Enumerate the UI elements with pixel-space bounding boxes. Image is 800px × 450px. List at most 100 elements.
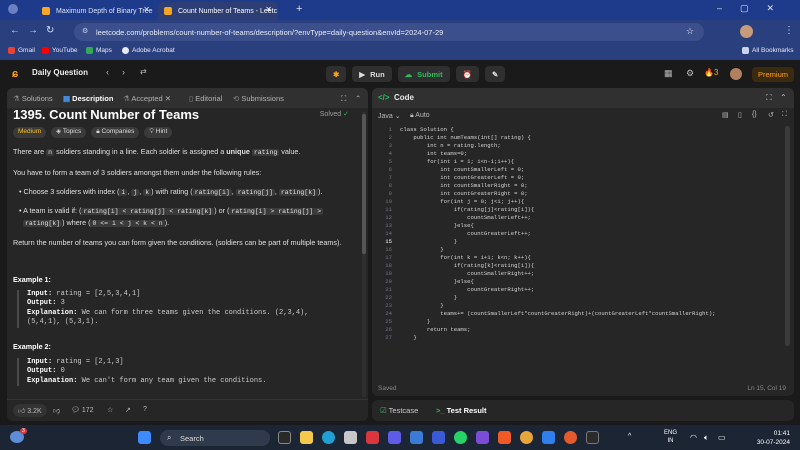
bookmark-maps[interactable]: Maps <box>86 47 112 54</box>
run-button[interactable]: ▶ Run <box>352 66 392 82</box>
browser-menu-icon[interactable]: ⋮ <box>784 25 794 36</box>
url-bar[interactable]: ⚙ leetcode.com/problems/count-number-of-… <box>74 23 704 41</box>
tab-description[interactable]: ▤ Description <box>63 94 113 103</box>
bookmark-adobe-acrobat[interactable]: Adobe Acrobat <box>122 47 175 54</box>
braces-icon[interactable]: {} <box>752 111 757 118</box>
maximize-icon[interactable]: ⛶ <box>341 94 346 104</box>
chevron-up-icon[interactable]: ^ <box>628 433 631 440</box>
dislike-icon[interactable]: 👎︎ <box>53 406 60 415</box>
next-problem-icon[interactable]: › <box>122 67 125 77</box>
brave-icon[interactable] <box>498 431 511 444</box>
file-explorer-icon[interactable] <box>300 431 313 444</box>
user-avatar[interactable] <box>730 68 742 80</box>
editor-scrollbar-thumb[interactable] <box>785 126 790 346</box>
bookmark-gmail[interactable]: Gmail <box>8 47 35 54</box>
site-info-icon[interactable]: ⚙ <box>82 27 88 35</box>
favorite-star-icon[interactable]: ☆ <box>107 406 113 414</box>
vscode-icon[interactable] <box>542 431 555 444</box>
close-tab-icon[interactable]: ✕ <box>265 5 272 14</box>
collapse-icon[interactable]: ⌃ <box>355 94 361 103</box>
daily-question-link[interactable]: Daily Question <box>32 68 88 77</box>
tab-accepted[interactable]: ⚗ Accepted ✕ <box>123 94 171 103</box>
acrobat-icon[interactable] <box>366 431 379 444</box>
line-number: 9 <box>388 190 392 197</box>
tab-solutions[interactable]: ⚗ Solutions <box>13 94 53 103</box>
fullscreen-icon[interactable]: ⛶ <box>782 111 787 119</box>
store-icon[interactable] <box>344 431 357 444</box>
all-bookmarks[interactable]: All Bookmarks <box>742 47 794 54</box>
code-line: int countGreaterLeft = 0; <box>400 174 525 181</box>
settings-icon[interactable]: ⚙ <box>686 68 694 79</box>
app-icon[interactable] <box>476 431 489 444</box>
whatsapp-icon[interactable] <box>454 431 467 444</box>
note-icon[interactable]: ▤ <box>722 111 729 119</box>
app-icon[interactable] <box>388 431 401 444</box>
submit-button[interactable]: ☁ Submit <box>397 66 450 82</box>
word-icon[interactable] <box>410 431 423 444</box>
browser-tab-2[interactable]: Count Number of Teams - Leetc ✕ <box>158 2 278 20</box>
collapse-icon[interactable]: ⌃ <box>780 93 787 102</box>
share-icon[interactable]: ↗ <box>125 406 131 414</box>
help-icon[interactable]: ? <box>143 406 147 413</box>
topics-chip[interactable]: ◈ Topics <box>51 127 87 138</box>
close-tab-icon[interactable]: ✕ <box>163 94 171 103</box>
description-scrollbar-thumb[interactable] <box>362 114 366 254</box>
wifi-icon[interactable]: ◠ <box>690 433 697 442</box>
notes-button[interactable]: ✎ <box>484 66 506 82</box>
terminal-icon[interactable] <box>586 431 599 444</box>
reload-icon[interactable]: ↻ <box>46 25 54 36</box>
system-clock[interactable]: 01:41 30-07-2024 <box>757 429 790 447</box>
input-language[interactable]: ENG IN <box>664 430 677 446</box>
browser-tab-1[interactable]: Maximum Depth of Binary Tree ✕ <box>36 2 156 20</box>
window-controls[interactable]: –▢✕ <box>717 3 792 14</box>
like-button[interactable]: 👍︎ 3.2K <box>13 404 47 417</box>
companies-chip[interactable]: 🔒︎ Companies <box>91 127 140 138</box>
app-icon[interactable] <box>432 431 445 444</box>
shuffle-icon[interactable]: ⇄ <box>140 67 147 76</box>
timer-button[interactable]: ⏰ <box>455 66 479 82</box>
bookmark-icon[interactable]: ▯ <box>738 111 742 119</box>
code-line: public int numTeams(int[] rating) { <box>400 134 531 141</box>
reset-icon[interactable]: ↺ <box>768 111 774 119</box>
tab-testcase[interactable]: ☑ Testcase <box>380 406 418 415</box>
layout-icon[interactable]: ▦ <box>664 68 673 79</box>
example-1-title: Example 1: <box>13 275 51 284</box>
profile-avatar[interactable] <box>740 25 753 38</box>
browser-menu-icon[interactable] <box>8 4 18 14</box>
code-line: countSmallerRight++; <box>400 270 535 277</box>
problem-title[interactable]: 1395. Count Number of Teams <box>13 106 199 124</box>
difficulty-badge[interactable]: Medium <box>13 127 47 138</box>
tab-test-result[interactable]: >_ Test Result <box>436 406 487 415</box>
new-tab-icon[interactable]: + <box>296 3 302 15</box>
taskbar-search[interactable]: ⌕ Search <box>160 430 270 446</box>
bookmark-youtube[interactable]: YouTube <box>42 47 78 54</box>
auto-mode[interactable]: 🔒︎ Auto <box>410 112 430 120</box>
debug-button[interactable]: ✱ <box>326 66 347 82</box>
play-icon: ▶ <box>359 69 366 79</box>
youtube-icon <box>42 47 49 54</box>
forward-icon[interactable]: → <box>28 25 38 36</box>
problem-description: 1395. Count Number of Teams Solved ✓ Med… <box>13 107 363 400</box>
comments-button[interactable]: 💬︎ 172 <box>71 406 94 414</box>
premium-button[interactable]: Premium <box>752 67 794 82</box>
code-editor[interactable]: 1 class Solution { 2 public int numTeams(… <box>372 126 794 381</box>
prev-problem-icon[interactable]: ‹ <box>106 67 109 77</box>
leetcode-logo-icon[interactable]: ɕ <box>12 68 23 80</box>
start-icon[interactable] <box>138 431 151 444</box>
terminal-icon: >_ <box>436 406 447 415</box>
battery-icon[interactable]: ▭ <box>718 433 726 442</box>
edge-icon[interactable] <box>322 431 335 444</box>
tab-editorial[interactable]: ▯ Editorial <box>189 94 222 103</box>
maximize-icon[interactable]: ⛶ <box>766 93 772 103</box>
streak-counter[interactable]: 🔥3 <box>704 68 718 77</box>
task-view-icon[interactable] <box>278 431 291 444</box>
language-select[interactable]: Java ⌄ <box>378 112 401 120</box>
tab-submissions[interactable]: ⟲ Submissions <box>233 94 284 103</box>
back-icon[interactable]: ← <box>10 25 20 36</box>
speaker-icon[interactable]: 🔈︎ <box>704 433 709 443</box>
bookmark-star-icon[interactable]: ☆ <box>686 26 694 37</box>
app-icon[interactable] <box>564 431 577 444</box>
chrome-icon[interactable] <box>520 431 533 444</box>
close-tab-icon[interactable]: ✕ <box>143 5 150 14</box>
hint-chip[interactable]: 💡︎ Hint <box>144 127 173 138</box>
